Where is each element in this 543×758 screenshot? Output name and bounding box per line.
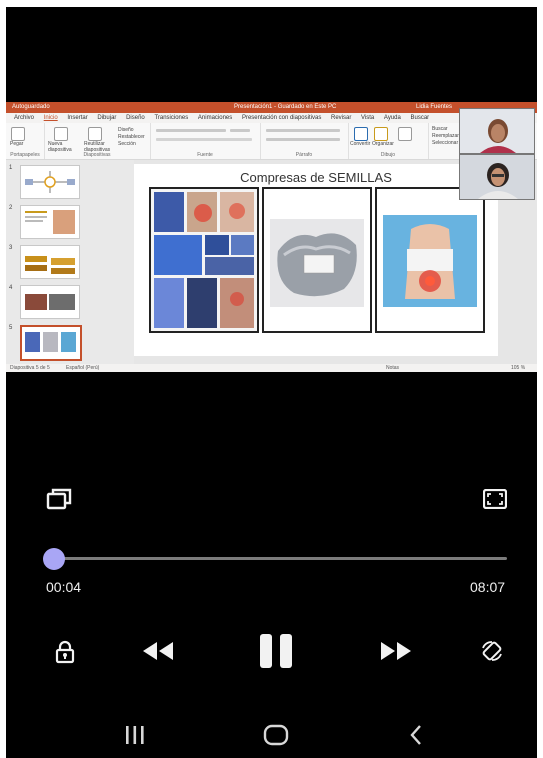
thumb-number-3: 3: [9, 245, 13, 251]
slide-thumb-3[interactable]: [20, 245, 80, 279]
home-icon[interactable]: [262, 723, 290, 752]
fast-forward-icon[interactable]: [379, 640, 413, 667]
reset-button[interactable]: Restablecer: [118, 134, 145, 140]
ribbon-group-drawing: Convertir Organizar Dibujo: [348, 123, 429, 159]
collage-image: [149, 187, 259, 333]
menu-animaciones[interactable]: Animaciones: [198, 113, 232, 123]
back-icon[interactable]: [408, 723, 424, 752]
thumb-number-1: 1: [9, 165, 13, 171]
section-button[interactable]: Sección: [118, 141, 136, 147]
back-pain-image: [375, 187, 485, 333]
replace-button[interactable]: Reemplazar: [432, 133, 459, 139]
zoom-level: 105 %: [511, 365, 526, 371]
participant-avatar-2: [460, 155, 534, 199]
recents-icon[interactable]: [124, 724, 146, 751]
lock-icon[interactable]: [55, 640, 75, 669]
language-status: Español (Perú): [66, 365, 100, 371]
find-button[interactable]: Buscar: [432, 126, 448, 132]
seek-bar[interactable]: [42, 548, 507, 570]
group-label-drawing: Dibujo: [380, 152, 396, 158]
group-label-slides: Diapositivas: [83, 152, 111, 158]
align-buttons[interactable]: [266, 138, 340, 141]
layout-button[interactable]: Diseño: [118, 127, 134, 133]
collage-photos: [154, 192, 254, 328]
thumb-number-2: 2: [9, 205, 13, 211]
phone-screen: Autoguardado Presentación1 - Guardado en…: [6, 7, 537, 758]
menu-transiciones[interactable]: Transiciones: [154, 113, 188, 123]
paste-icon[interactable]: [11, 127, 25, 141]
menu-presentacion[interactable]: Presentación con diapositivas: [242, 113, 321, 123]
autosave-label: Autoguardado: [12, 104, 50, 110]
quick-styles-icon[interactable]: [398, 127, 412, 141]
ppt-ribbon: Pegar Portapapeles Nueva diapositiva Reu…: [6, 123, 537, 160]
menu-diseno[interactable]: Diseño: [126, 113, 145, 123]
ribbon-group-paragraph: Párrafo: [260, 123, 349, 159]
convert-icon[interactable]: [354, 127, 368, 141]
webcam-participant-2[interactable]: [459, 154, 535, 200]
back-pain-photo: [377, 189, 483, 331]
menu-insertar[interactable]: Insertar: [67, 113, 87, 123]
ppt-titlebar: Autoguardado Presentación1 - Guardado en…: [6, 102, 537, 113]
seed-pack-image: [262, 187, 372, 333]
current-slide[interactable]: Compresas de SEMILLAS: [134, 164, 498, 356]
paste-label: Pegar: [10, 141, 24, 147]
notes-button[interactable]: Notas: [386, 364, 399, 372]
document-title: Presentación1 - Guardado en Este PC: [234, 104, 337, 110]
menu-buscar[interactable]: Buscar: [411, 113, 430, 123]
convert-label: Convertir: [350, 141, 371, 147]
group-label-paragraph: Párrafo: [295, 152, 313, 158]
arrange-icon[interactable]: [374, 127, 388, 141]
slide-title: Compresas de SEMILLAS: [240, 170, 392, 185]
group-label-clipboard: Portapapeles: [10, 152, 40, 158]
slide-count: Diapositiva 5 de 5: [10, 365, 50, 371]
slide-thumb-1[interactable]: [20, 165, 80, 199]
menu-ayuda[interactable]: Ayuda: [384, 113, 401, 123]
thumb-number-4: 4: [9, 285, 13, 291]
user-name: Lidia Fuentes: [416, 104, 453, 110]
rotate-icon[interactable]: [480, 639, 504, 668]
ppt-statusbar: Diapositiva 5 de 5 Español (Perú) Notas …: [6, 364, 537, 372]
ribbon-group-slides: Nueva diapositiva Reutilizar diapositiva…: [44, 123, 151, 159]
diagram-thumbnail: [25, 171, 75, 193]
seed-pack-photo: [264, 189, 370, 331]
text-image-thumbnail: [25, 210, 75, 234]
group-label-font: Fuente: [197, 152, 213, 158]
arrange-label: Organizar: [372, 141, 394, 147]
products-thumbnail: [25, 256, 75, 274]
slide-thumb-4[interactable]: [20, 285, 80, 319]
ribbon-group-clipboard: Pegar Portapapeles: [6, 123, 45, 159]
current-time: 00:04: [46, 579, 82, 595]
menu-archivo[interactable]: Archivo: [14, 113, 34, 123]
menu-vista[interactable]: Vista: [361, 113, 374, 123]
fullscreen-icon[interactable]: [482, 488, 508, 514]
font-name-box[interactable]: [156, 129, 226, 132]
photos-thumbnail: [25, 294, 75, 310]
slide-thumb-2[interactable]: [20, 205, 80, 239]
webcam-participant-1[interactable]: [459, 108, 535, 154]
font-size-box[interactable]: [230, 129, 250, 132]
font-format-row[interactable]: [156, 138, 252, 141]
total-time: 08:07: [470, 579, 506, 595]
pause-icon[interactable]: [258, 632, 296, 675]
menu-revisar[interactable]: Revisar: [331, 113, 351, 123]
select-button[interactable]: Seleccionar: [432, 140, 458, 146]
slide-thumb-5[interactable]: [20, 325, 82, 361]
menu-inicio[interactable]: Inicio: [44, 113, 58, 123]
rewind-icon[interactable]: [141, 640, 175, 667]
video-frame[interactable]: Autoguardado Presentación1 - Guardado en…: [6, 102, 537, 372]
thumb-number-5: 5: [9, 325, 13, 331]
ribbon-group-font: Fuente: [150, 123, 261, 159]
reuse-slides-icon[interactable]: [88, 127, 102, 141]
participant-avatar-1: [460, 109, 534, 153]
compresas-thumbnail: [25, 332, 76, 352]
seek-handle[interactable]: [42, 548, 65, 570]
pip-icon[interactable]: [46, 488, 72, 515]
new-slide-icon[interactable]: [54, 127, 68, 141]
menu-dibujar[interactable]: Dibujar: [97, 113, 116, 123]
slide-thumbnails-pane: 1 2 3 4 5: [6, 160, 134, 364]
ppt-menubar: Archivo Inicio Insertar Dibujar Diseño T…: [6, 113, 537, 123]
list-buttons[interactable]: [266, 129, 340, 132]
